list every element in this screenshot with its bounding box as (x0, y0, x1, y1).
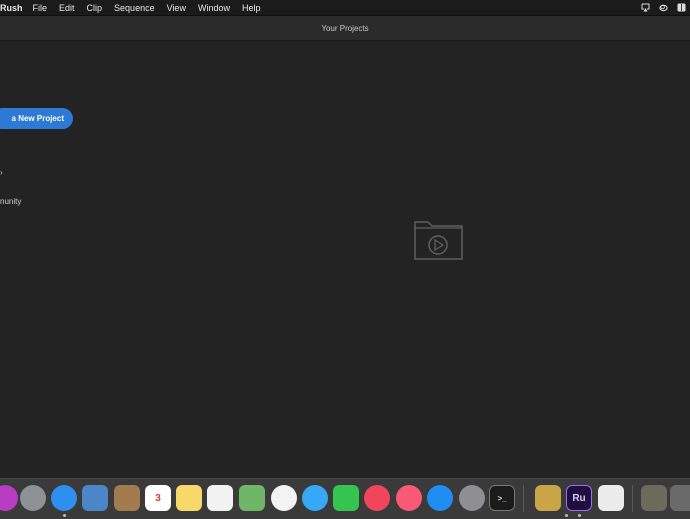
window-title: Your Projects (321, 23, 369, 33)
create-new-project-label: a New Project (11, 114, 64, 123)
dock-running-indicator (565, 514, 568, 517)
menu-view[interactable]: View (167, 3, 186, 13)
sidebar-item-community[interactable]: nunity (0, 197, 21, 206)
folder-stack-icon[interactable] (641, 485, 667, 511)
safari-icon[interactable] (51, 485, 77, 511)
preview-icon[interactable] (82, 485, 108, 511)
menu-file[interactable]: File (33, 3, 48, 13)
menu-window[interactable]: Window (198, 3, 230, 13)
siri-icon[interactable] (0, 485, 18, 511)
messages-icon[interactable] (302, 485, 328, 511)
menu-app-name[interactable]: Rush (0, 3, 23, 13)
system-preferences-icon[interactable] (459, 485, 485, 511)
menu-sequence[interactable]: Sequence (114, 3, 155, 13)
window-title-bar: Your Projects (0, 16, 690, 41)
terminal-icon[interactable]: >_ (489, 485, 515, 511)
menu-bar: Rush File Edit Clip Sequence View Window… (0, 0, 690, 16)
sidebar-item-marker[interactable]: › (0, 168, 3, 177)
folder-play-icon (413, 218, 465, 262)
airplay-icon[interactable] (641, 3, 650, 12)
contacts-icon[interactable] (114, 485, 140, 511)
dock: 3 >_ Ru (0, 478, 690, 519)
app-store-icon[interactable] (427, 485, 453, 511)
creative-cloud-icon[interactable] (659, 3, 668, 12)
menu-help[interactable]: Help (242, 3, 261, 13)
photos-icon[interactable] (271, 485, 297, 511)
notes-icon[interactable] (176, 485, 202, 511)
dock-running-indicator (578, 514, 581, 517)
reminders-icon[interactable] (207, 485, 233, 511)
create-new-project-button[interactable]: a New Project (0, 108, 73, 129)
textedit-icon[interactable] (598, 485, 624, 511)
menu-edit[interactable]: Edit (59, 3, 75, 13)
calendar-icon[interactable]: 3 (145, 485, 171, 511)
news-icon[interactable] (364, 485, 390, 511)
downloads-stack-icon[interactable] (670, 485, 690, 511)
maps-icon[interactable] (239, 485, 265, 511)
archive-utility-icon[interactable] (535, 485, 561, 511)
music-icon[interactable] (396, 485, 422, 511)
menu-status-area (641, 0, 686, 15)
dock-running-indicator (63, 514, 66, 517)
menu-clip[interactable]: Clip (87, 3, 103, 13)
premiere-rush-icon[interactable]: Ru (566, 485, 592, 511)
launchpad-icon[interactable] (20, 485, 46, 511)
dock-separator (632, 485, 633, 512)
facetime-icon[interactable] (333, 485, 359, 511)
finder-icon[interactable] (677, 3, 686, 12)
dock-separator (523, 485, 524, 512)
